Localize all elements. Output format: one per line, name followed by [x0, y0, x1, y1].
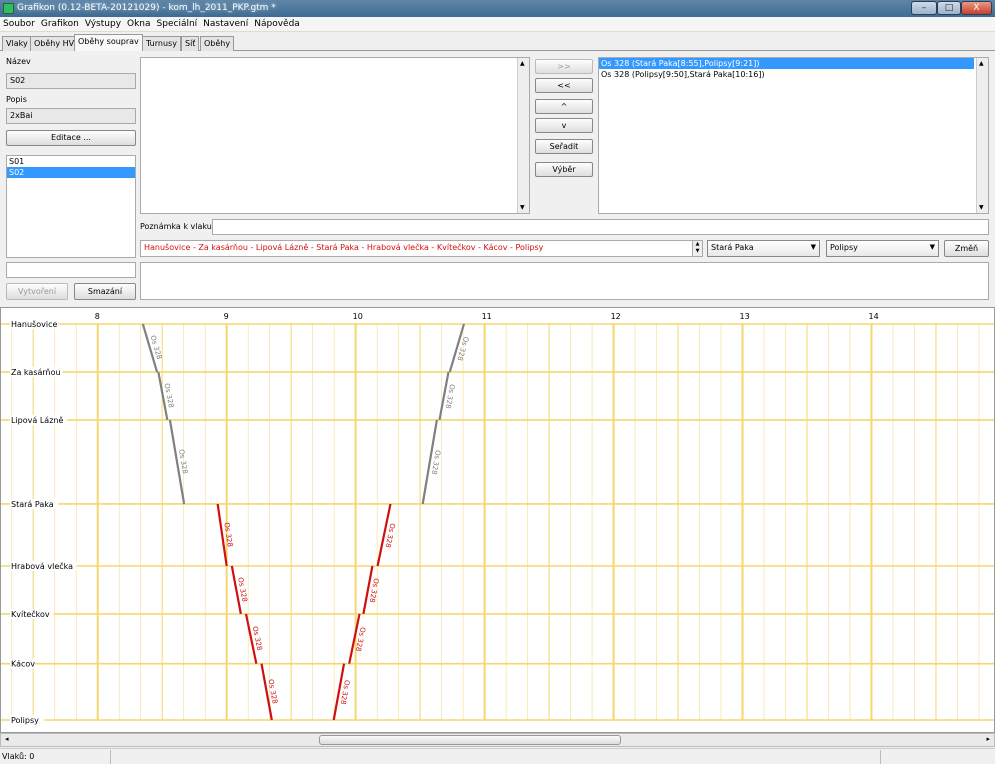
move-up-button[interactable]: ^: [535, 99, 593, 114]
create-button[interactable]: Vytvoření: [6, 283, 68, 300]
chevron-down-icon: ▼: [929, 243, 935, 251]
station-label: Za kasárňou: [11, 367, 61, 377]
station-label: Hrabová vlečka: [11, 561, 73, 571]
name-field[interactable]: S02: [6, 73, 136, 89]
menu-soubor[interactable]: Soubor: [0, 17, 38, 29]
scroll-up-arrow-icon[interactable]: ▲: [979, 60, 984, 67]
close-button[interactable]: X: [961, 1, 992, 15]
tab-obehy-hv[interactable]: Oběhy HV: [30, 36, 79, 51]
app-icon: [3, 3, 14, 14]
scroll-thumb[interactable]: [319, 735, 621, 745]
from-station-select[interactable]: Stará Paka ▼: [707, 240, 820, 257]
delete-button[interactable]: Smazání: [74, 283, 136, 300]
tab-turnusy[interactable]: Turnusy: [142, 36, 181, 51]
station-label: Hanušovice: [11, 319, 57, 329]
train-graph-svg: 8 9 10 11 12 13 14 Hanušovice Za kasárňou Lipová …: [1, 312, 994, 725]
hour-label: 14: [868, 312, 878, 321]
hour-label: 11: [482, 312, 492, 321]
remove-train-button[interactable]: <<: [535, 78, 593, 93]
minimize-button[interactable]: –: [911, 1, 937, 15]
route-spinner[interactable]: ▲ ▼: [692, 240, 703, 257]
status-divider: [880, 750, 881, 764]
tab-vlaky[interactable]: Vlaky: [2, 36, 32, 51]
menu-specialni[interactable]: Speciální: [154, 17, 201, 29]
select-button[interactable]: Výběr: [535, 162, 593, 177]
route-text: Hanušovice - Za kasárňou - Lipová Lázně …: [140, 240, 703, 257]
name-label: Název: [6, 57, 31, 66]
menu-nastaveni[interactable]: Nastavení: [200, 17, 251, 29]
change-route-button[interactable]: Změň: [944, 240, 989, 257]
menu-vystupy[interactable]: Výstupy: [82, 17, 124, 29]
scroll-down-arrow-icon[interactable]: ▼: [979, 204, 984, 211]
scroll-left-arrow-icon[interactable]: ◂: [5, 735, 9, 743]
list-item-selected[interactable]: S02: [7, 167, 135, 178]
tab-obehy[interactable]: Oběhy: [200, 36, 235, 51]
circulation-list[interactable]: S01 S02: [6, 155, 136, 258]
menu-napoveda[interactable]: Nápověda: [251, 17, 303, 29]
from-station-value: Stará Paka: [711, 243, 754, 252]
station-label: Polipsy: [11, 716, 39, 725]
scroll-up-arrow-icon[interactable]: ▲: [520, 60, 525, 67]
trains-count-status: Vlaků: 0: [2, 752, 35, 761]
info-panel: [140, 262, 989, 300]
description-field[interactable]: 2xBai: [6, 108, 136, 124]
status-bar: Vlaků: 0: [0, 748, 995, 764]
new-circulation-input[interactable]: [6, 262, 136, 278]
hour-label: 13: [740, 312, 750, 321]
hour-label: 12: [611, 312, 621, 321]
list-item-selected[interactable]: Os 328 (Stará Paka[8:55],Polipsy[9:21]): [599, 58, 974, 69]
tab-sit[interactable]: Síť: [181, 36, 200, 51]
list-item[interactable]: Os 328 (Polipsy[9:50],Stará Paka[10:16]): [599, 69, 988, 80]
maximize-button[interactable]: □: [937, 1, 961, 15]
scroll-right-arrow-icon[interactable]: ▸: [986, 735, 990, 743]
station-label: Lipová Lázně: [11, 416, 63, 425]
hour-label: 10: [353, 312, 363, 321]
to-station-value: Polipsy: [830, 243, 858, 252]
edit-button[interactable]: Editace ...: [6, 130, 136, 146]
train-graph-chart[interactable]: 8 9 10 11 12 13 14 Hanušovice Za kasárňou Lipová …: [0, 307, 995, 733]
chart-horizontal-scrollbar[interactable]: ◂ ▸: [0, 733, 995, 747]
add-train-button[interactable]: >>: [535, 59, 593, 74]
station-label: Stará Paka: [11, 500, 54, 509]
description-label: Popis: [6, 95, 27, 104]
station-label: Kvítečkov: [11, 609, 50, 619]
hour-label: 9: [224, 312, 229, 321]
available-trains-list[interactable]: ▲ ▼: [140, 57, 530, 214]
menu-bar: Soubor Grafikon Výstupy Okna Speciální Nastav…: [0, 17, 995, 32]
available-trains-scrollbar[interactable]: ▲ ▼: [517, 58, 529, 213]
station-label: Kácov: [11, 660, 35, 669]
tab-obehy-souprav[interactable]: Oběhy souprav: [74, 34, 143, 51]
scroll-down-arrow-icon[interactable]: ▼: [520, 204, 525, 211]
chevron-down-icon: ▼: [810, 243, 816, 251]
title-bar: Grafikon (0.12-BETA-20121029) - kom_lh_2…: [0, 0, 995, 17]
circulation-trains-list[interactable]: Os 328 (Stará Paka[8:55],Polipsy[9:21]) …: [598, 57, 989, 214]
move-down-button[interactable]: v: [535, 118, 593, 133]
hour-label: 8: [95, 312, 100, 321]
menu-okna[interactable]: Okna: [124, 17, 154, 29]
train-note-input[interactable]: [212, 219, 989, 235]
list-item[interactable]: S01: [7, 156, 135, 167]
status-divider: [110, 750, 111, 764]
to-station-select[interactable]: Polipsy ▼: [826, 240, 939, 257]
circulation-trains-scrollbar[interactable]: ▲ ▼: [976, 58, 988, 213]
window-title: Grafikon (0.12-BETA-20121029) - kom_lh_2…: [17, 3, 276, 13]
menu-grafikon[interactable]: Grafikon: [38, 17, 82, 29]
sort-button[interactable]: Seřadit: [535, 139, 593, 154]
train-note-label: Poznámka k vlaku:: [140, 222, 215, 231]
